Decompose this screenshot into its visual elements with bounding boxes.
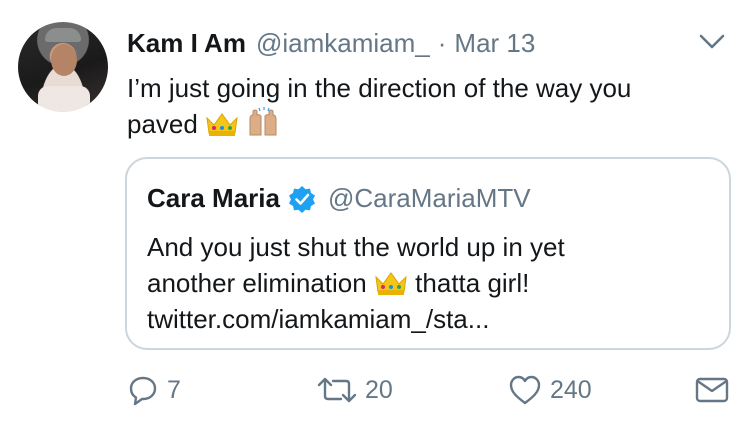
chevron-down-icon[interactable] [698, 33, 726, 51]
tweet-date[interactable]: Mar 13 [454, 28, 535, 59]
tweet-header: Kam I Am @iamkamiam_ · Mar 13 [127, 28, 535, 62]
crown-emoji-icon [375, 272, 407, 295]
tweet-text-line-2-prefix: paved [127, 109, 198, 139]
tweet[interactable]: Kam I Am @iamkamiam_ · Mar 13 I’m just g… [0, 0, 750, 446]
crown-emoji-icon [206, 113, 238, 136]
tweet-text-line-1: I’m just going in the direction of the w… [127, 73, 632, 103]
raised-hands-emoji-icon [249, 107, 277, 136]
quoted-text-link[interactable]: twitter.com/iamkamiam_/sta... [147, 301, 707, 337]
retweet-icon [317, 377, 357, 403]
reply-button[interactable]: 7 [127, 370, 181, 410]
quoted-tweet-text: And you just shut the world up in yet an… [147, 229, 707, 337]
avatar-cap [45, 28, 81, 42]
author-handle[interactable]: @iamkamiam_ [256, 28, 430, 59]
verified-badge-icon [288, 185, 315, 213]
avatar[interactable] [18, 22, 108, 112]
message-icon [695, 377, 729, 403]
tweet-actions: 7 20 240 [0, 370, 750, 410]
header-separator: · [437, 28, 447, 58]
quoted-author-name: Cara Maria [147, 183, 280, 213]
quoted-author-handle: @CaraMariaMTV [327, 183, 531, 213]
like-count: 240 [550, 375, 592, 404]
direct-message-button[interactable] [694, 370, 730, 410]
reply-icon [129, 376, 157, 406]
like-icon [509, 375, 541, 405]
quoted-tweet[interactable]: Cara Maria @CaraMariaMTV And you just sh… [125, 157, 731, 350]
like-button[interactable]: 240 [508, 370, 592, 410]
quoted-text-line-2: another elimination thatta girl! [147, 265, 707, 301]
avatar-face [51, 44, 77, 76]
retweet-count: 20 [365, 375, 393, 404]
reply-count: 7 [167, 375, 181, 404]
quoted-tweet-header: Cara Maria @CaraMariaMTV [147, 183, 531, 214]
quoted-text-line-2-suffix: thatta girl! [415, 268, 530, 298]
tweet-text: I’m just going in the direction of the w… [127, 70, 727, 142]
author-name[interactable]: Kam I Am [127, 28, 246, 59]
quoted-text-line-2-prefix: another elimination [147, 268, 367, 298]
quoted-text-line-1: And you just shut the world up in yet [147, 232, 565, 262]
tweet-text-line-2: paved [127, 106, 727, 142]
avatar-top [38, 86, 90, 112]
retweet-button[interactable]: 20 [317, 370, 393, 410]
